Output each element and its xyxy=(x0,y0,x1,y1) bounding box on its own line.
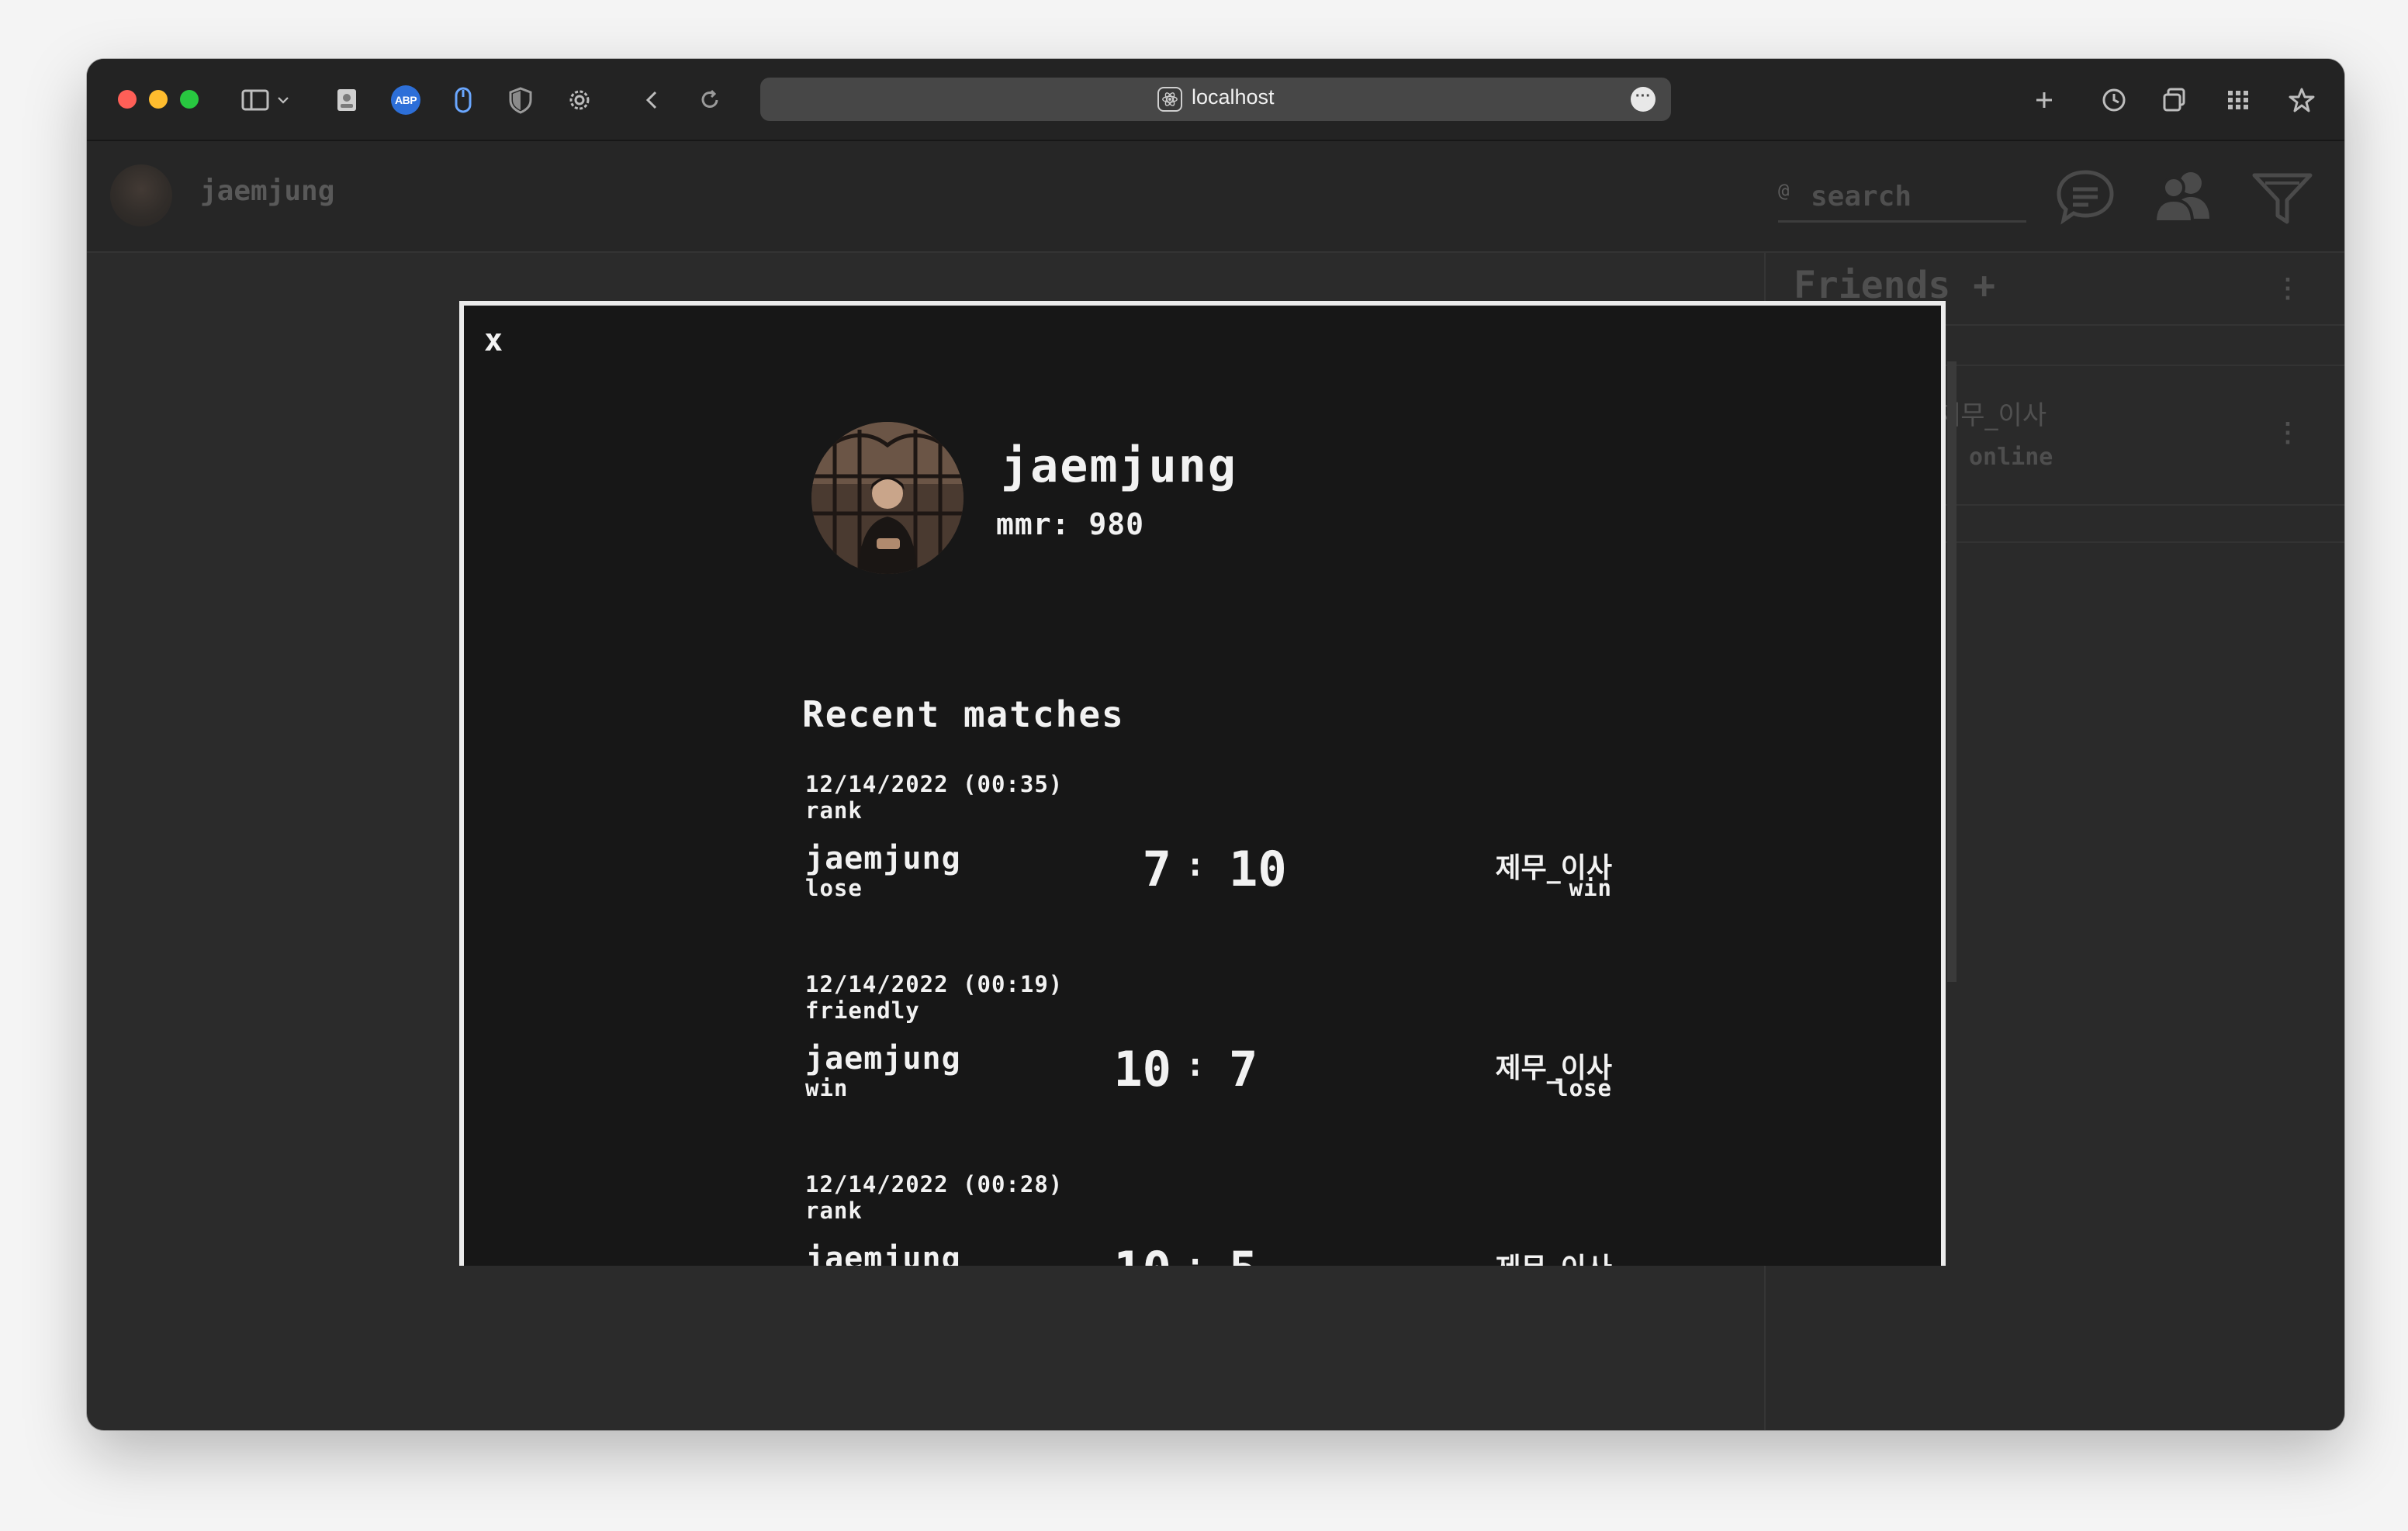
match-score2: 7 xyxy=(1229,1041,1258,1097)
score-separator: : xyxy=(1185,1246,1206,1266)
match-item: 12/14/2022 (00:35) rank jaemjung lose 7 … xyxy=(805,771,1612,957)
match-type: friendly xyxy=(805,997,920,1024)
match-result1: win xyxy=(805,1075,849,1101)
chevron-down-icon[interactable] xyxy=(272,78,295,123)
match-player1: jaemjung xyxy=(805,841,961,876)
match-player1: jaemjung xyxy=(805,1241,961,1266)
browser-window: ABP localhost ··· jaemjung @ search Frie… xyxy=(87,59,2344,1430)
back-icon[interactable] xyxy=(630,78,675,123)
match-score1: 10 xyxy=(1113,1041,1171,1097)
adblock-icon[interactable]: ABP xyxy=(383,78,428,123)
match-score1: 7 xyxy=(1142,841,1171,897)
avatar[interactable] xyxy=(110,164,172,226)
match-item: 12/14/2022 (00:28) rank jaemjung 10 : 5 … xyxy=(805,1171,1612,1266)
modal-scroll-shadow xyxy=(1947,361,1956,982)
match-date: 12/14/2022 (00:19) xyxy=(805,971,1064,997)
chat-icon[interactable] xyxy=(2053,164,2118,230)
profile-modal: x jaemjung mmr: 980 Recent matches 12/14… xyxy=(459,301,1946,1266)
history-icon[interactable] xyxy=(2091,78,2136,123)
reload-icon[interactable] xyxy=(687,78,732,123)
kebab-menu-icon[interactable]: ⋮ xyxy=(2275,417,2301,448)
friends-icon[interactable] xyxy=(2150,164,2216,230)
minimize-window-button[interactable] xyxy=(149,90,168,109)
match-result1: lose xyxy=(805,875,863,901)
app-header: jaemjung @ xyxy=(87,141,2344,253)
recent-matches-title: Recent matches xyxy=(802,693,1125,735)
browser-toolbar: ABP localhost ··· xyxy=(87,59,2344,141)
match-date: 12/14/2022 (00:35) xyxy=(805,771,1064,797)
match-score2: 10 xyxy=(1229,841,1287,897)
search-box: @ xyxy=(1778,172,2026,223)
match-score1: 10 xyxy=(1113,1241,1171,1266)
match-player1: jaemjung xyxy=(805,1041,961,1077)
match-type: rank xyxy=(805,1197,863,1224)
header-username[interactable]: jaemjung xyxy=(200,175,334,207)
profile-avatar xyxy=(811,422,964,574)
match-item: 12/14/2022 (00:19) friendly jaemjung win… xyxy=(805,971,1612,1157)
at-icon: @ xyxy=(1778,180,1790,202)
profile-name: jaemjung xyxy=(1001,439,1237,493)
friend-status: online xyxy=(1969,444,2053,471)
tabs-icon[interactable] xyxy=(2152,78,2197,123)
react-icon xyxy=(1157,87,1182,112)
match-player2: 제무_이사 xyxy=(1496,1246,1612,1266)
close-icon[interactable]: x xyxy=(484,323,503,358)
zoom-window-button[interactable] xyxy=(180,90,199,109)
grid-icon[interactable] xyxy=(2216,78,2261,123)
url-text: localhost xyxy=(1192,85,1275,109)
match-result2: lose xyxy=(1555,1075,1612,1101)
star-icon[interactable] xyxy=(2279,78,2324,123)
search-input[interactable] xyxy=(1809,178,2014,214)
match-date: 12/14/2022 (00:28) xyxy=(805,1171,1064,1197)
score-separator: : xyxy=(1185,1045,1206,1083)
match-type: rank xyxy=(805,797,863,824)
match-result2: win xyxy=(1569,875,1612,901)
kebab-menu-icon[interactable]: ⋮ xyxy=(2275,273,2301,304)
match-score: 7 : 10 xyxy=(1061,841,1348,897)
score-separator: : xyxy=(1185,845,1206,883)
gear-icon[interactable] xyxy=(557,78,602,123)
filter-icon[interactable] xyxy=(2250,164,2315,230)
more-options-icon[interactable]: ··· xyxy=(1631,87,1656,112)
address-bar[interactable]: localhost ··· xyxy=(760,78,1671,121)
match-score2: 5 xyxy=(1229,1241,1258,1266)
close-window-button[interactable] xyxy=(118,90,137,109)
shield-icon[interactable] xyxy=(498,78,543,123)
new-tab-icon[interactable] xyxy=(2022,78,2067,123)
match-score: 10 : 5 xyxy=(1061,1241,1348,1266)
contacts-icon[interactable] xyxy=(324,78,369,123)
mouse-icon[interactable] xyxy=(441,78,486,123)
profile-mmr: mmr: 980 xyxy=(996,507,1145,541)
match-score: 10 : 7 xyxy=(1061,1041,1348,1097)
